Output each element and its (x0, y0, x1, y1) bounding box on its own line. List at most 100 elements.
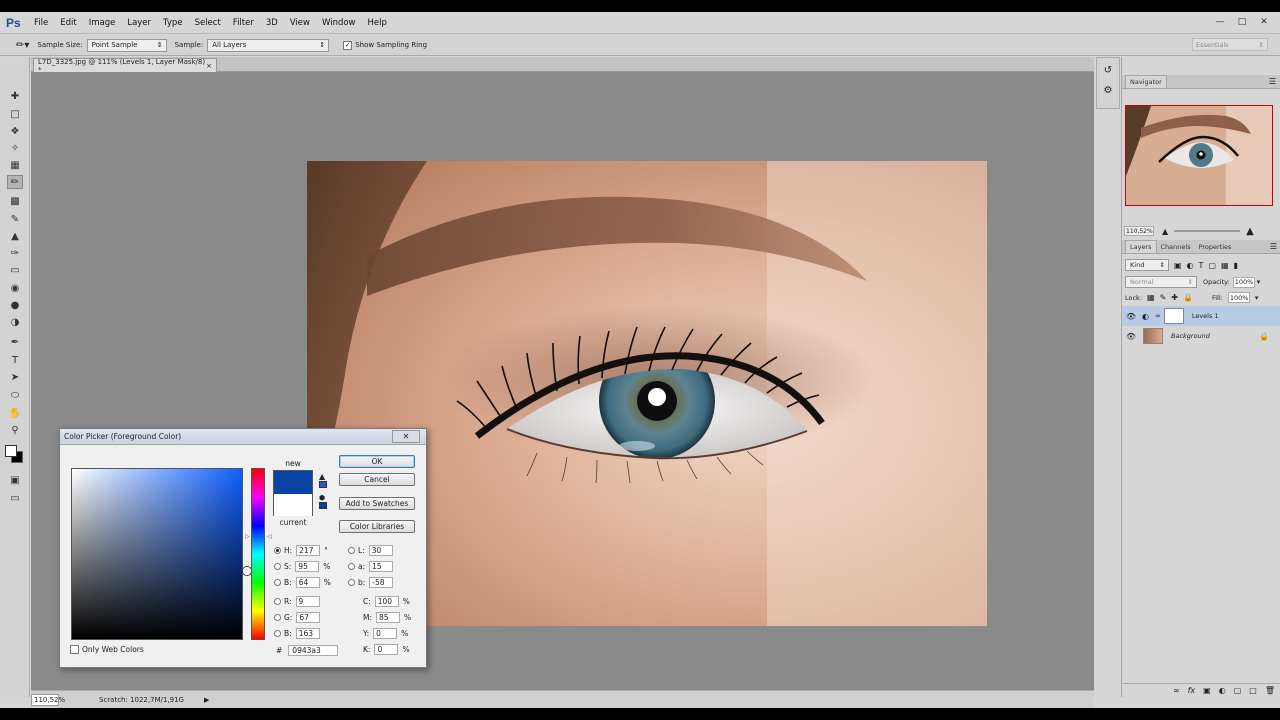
layer-kind-select[interactable]: Kind ⇕ (1125, 259, 1169, 271)
marquee-tool-icon[interactable]: □ (7, 107, 23, 121)
zoom-out-icon[interactable]: ▲ (1162, 227, 1168, 236)
menu-view[interactable]: View (284, 18, 316, 28)
opacity-field[interactable]: 100% (1232, 276, 1255, 288)
red-radio[interactable] (274, 597, 281, 605)
maximize-icon[interactable]: □ (1234, 15, 1250, 29)
eye-icon[interactable]: 👁 (1122, 312, 1140, 321)
link-layers-icon[interactable]: ∞ (1173, 686, 1180, 695)
zoom-tool-icon[interactable]: ⚲ (7, 423, 23, 437)
web-safe-cube-icon[interactable]: ⬢ (319, 494, 329, 502)
lab-l-input[interactable]: 30 (368, 544, 393, 556)
lock-position-icon[interactable]: ✚ (1171, 293, 1178, 302)
new-layer-icon[interactable]: □ (1249, 686, 1257, 695)
menu-edit[interactable]: Edit (54, 18, 82, 28)
hue-input[interactable]: 217 (296, 544, 321, 556)
filter-smart-icon[interactable]: ▦ (1221, 261, 1229, 270)
opacity-arrow-icon[interactable]: ▾ (1257, 278, 1261, 286)
dialog-close-icon[interactable]: ✕ (392, 430, 420, 443)
eyedropper-tool-icon[interactable]: ✏ (7, 175, 23, 189)
add-mask-icon[interactable]: ▣ (1203, 686, 1211, 695)
lab-a-radio[interactable] (348, 562, 355, 570)
fx-icon[interactable]: fx (1188, 686, 1196, 695)
eraser-tool-icon[interactable]: ▭ (7, 263, 23, 277)
magenta-input[interactable]: 85 (376, 611, 400, 623)
blue-radio[interactable] (274, 629, 281, 637)
brightness-radio[interactable] (274, 578, 281, 586)
quick-select-tool-icon[interactable]: ✧ (7, 141, 23, 155)
lock-pixels-icon[interactable]: ✎ (1160, 293, 1167, 302)
cyan-input[interactable]: 100 (374, 595, 399, 607)
blur-tool-icon[interactable]: ● (7, 298, 23, 312)
tab-channels[interactable]: Channels (1157, 240, 1195, 253)
sample-select[interactable]: All Layers ⇕ (207, 38, 330, 52)
delete-layer-icon[interactable]: 🗑 (1265, 686, 1275, 695)
document-tab[interactable]: L7D_3325.jpg @ 111% (Levels 1, Layer Mas… (33, 58, 217, 74)
path-select-icon[interactable]: ➤ (7, 370, 23, 384)
panel-menu-icon[interactable]: ☰ (1270, 242, 1277, 251)
lab-b-input[interactable]: -58 (369, 576, 394, 588)
fill-arrow-icon[interactable]: ▾ (1255, 294, 1259, 302)
crop-tool-icon[interactable]: ▦ (7, 158, 23, 172)
tab-properties[interactable]: Properties (1195, 240, 1236, 253)
blue-input[interactable]: 163 (295, 627, 320, 639)
eye-icon[interactable]: 👁 (1122, 332, 1140, 341)
healing-tool-icon[interactable]: ▩ (7, 194, 23, 208)
brush-presets-icon[interactable]: ⚙ (1099, 82, 1117, 98)
show-ring-checkbox[interactable]: ✓ (343, 40, 353, 50)
pen-tool-icon[interactable]: ✒ (7, 335, 23, 349)
type-tool-icon[interactable]: T (7, 353, 23, 367)
hex-input[interactable]: 0943a3 (288, 645, 339, 656)
hand-tool-icon[interactable]: ✋ (7, 406, 23, 420)
lab-b-radio[interactable] (348, 578, 355, 586)
paint-bucket-icon[interactable]: ◉ (7, 281, 23, 295)
panel-menu-icon[interactable]: ☰ (1269, 77, 1276, 86)
add-to-swatches-button[interactable]: Add to Swatches (339, 497, 415, 510)
saturation-radio[interactable] (274, 562, 281, 570)
menu-select[interactable]: Select (189, 18, 227, 28)
lab-l-radio[interactable] (348, 546, 355, 554)
screen-mode-icon[interactable]: ▭ (7, 491, 23, 505)
zoom-level-field[interactable]: 110,52% (31, 693, 65, 706)
saturation-brightness-field[interactable] (71, 468, 251, 640)
eyedropper-preset-icon[interactable]: ✏▾ (16, 40, 29, 51)
shape-tool-icon[interactable]: ⬭ (7, 388, 23, 402)
lock-transparent-icon[interactable]: ▦ (1147, 293, 1155, 302)
tab-layers[interactable]: Layers (1125, 240, 1157, 253)
foreground-color-swatch[interactable] (5, 445, 17, 457)
filter-type-icon[interactable]: T (1199, 261, 1204, 270)
green-input[interactable]: 67 (296, 611, 321, 623)
blend-mode-select[interactable]: Normal ⇕ (1125, 276, 1197, 288)
menu-filter[interactable]: Filter (227, 18, 260, 28)
tab-navigator[interactable]: Navigator (1125, 75, 1167, 88)
filter-pixel-icon[interactable]: ▣ (1174, 261, 1182, 270)
close-icon[interactable]: ✕ (1256, 15, 1272, 29)
current-color-swatch[interactable] (274, 494, 312, 516)
minimize-icon[interactable]: — (1212, 15, 1228, 29)
filter-toggle-icon[interactable]: ▮ (1234, 261, 1238, 270)
layer-mask-thumbnail[interactable] (1163, 308, 1184, 324)
web-colors-checkbox[interactable] (70, 645, 79, 654)
tab-close-icon[interactable]: × (206, 62, 212, 70)
menu-image[interactable]: Image (83, 18, 122, 28)
history-brush-icon[interactable]: ✑ (7, 246, 23, 260)
hue-slider[interactable] (251, 468, 265, 640)
menu-3d[interactable]: 3D (260, 18, 284, 28)
fill-field[interactable]: 100% (1227, 292, 1250, 303)
dodge-tool-icon[interactable]: ◑ (7, 315, 23, 329)
color-marker[interactable] (243, 567, 251, 575)
move-tool-icon[interactable]: ✚ (7, 89, 23, 103)
gamut-warning-icon[interactable]: ▲ (319, 472, 329, 481)
cancel-button[interactable]: Cancel (339, 473, 415, 486)
layer-row-levels[interactable]: 👁 ◐ ∞ Levels 1 (1122, 306, 1280, 326)
color-picker-titlebar[interactable]: Color Picker (Foreground Color) ✕ (60, 429, 426, 445)
saturation-input[interactable]: 95 (295, 560, 320, 572)
stamp-tool-icon[interactable]: ▲ (7, 229, 23, 243)
new-group-icon[interactable]: ▢ (1234, 686, 1242, 695)
brush-tool-icon[interactable]: ✎ (7, 212, 23, 226)
workspace-select[interactable]: Essentials ⇕ (1192, 38, 1268, 51)
zoom-in-icon[interactable]: ▲ (1246, 226, 1254, 237)
menu-window[interactable]: Window (316, 18, 362, 28)
lock-all-icon[interactable]: 🔒 (1183, 293, 1193, 302)
sample-size-select[interactable]: Point Sample ⇕ (86, 38, 167, 52)
navigator-preview[interactable] (1125, 105, 1273, 206)
